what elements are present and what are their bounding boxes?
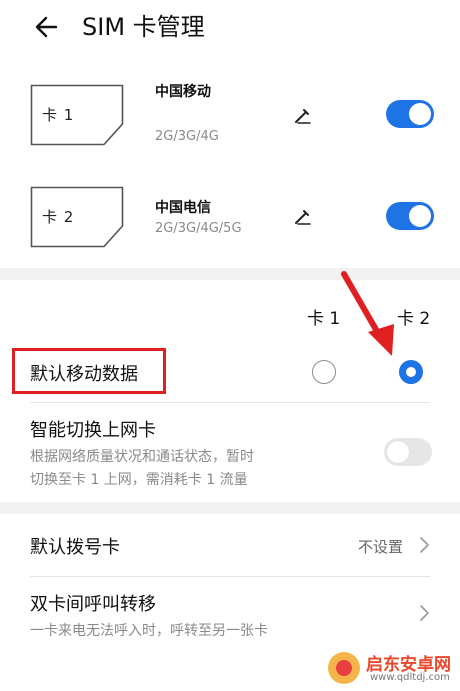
arrow-left-icon[interactable]	[30, 10, 64, 44]
edit-pencil-icon[interactable]	[292, 105, 314, 127]
smart-switch-desc-line-1: 根据网络质量状况和通话状态，暂时	[30, 449, 254, 465]
sim-card-slot-label: 卡 1	[42, 106, 75, 124]
chevron-right-icon	[420, 605, 429, 621]
header-bar: SIM 卡管理	[0, 0, 460, 60]
smart-switch-title: 智能切换上网卡	[30, 420, 156, 441]
watermark-url: www.qdltdj.com	[370, 672, 450, 683]
column-label-card-1: 卡 1	[307, 309, 341, 329]
smart-switch-desc-line-2: 切换至卡 1 上网，需消耗卡 1 流量	[30, 472, 248, 488]
default-dial-title: 默认拨号卡	[30, 537, 120, 558]
default-dial-row[interactable]: 默认拨号卡 不设置	[0, 514, 460, 576]
default-dial-value: 不设置	[358, 538, 404, 556]
default-data-card-2-radio[interactable]	[399, 360, 423, 384]
network-types: 2G/3G/4G	[155, 129, 219, 144]
sim-1-enable-toggle[interactable]	[386, 100, 434, 128]
row-divider	[30, 576, 430, 577]
row-divider	[30, 402, 430, 403]
sim-card-row-2: 卡 2 中国电信 2G/3G/4G/5G	[0, 176, 460, 272]
page-title: SIM 卡管理	[82, 13, 205, 41]
default-data-title: 默认移动数据	[30, 364, 138, 385]
default-data-card-1-radio[interactable]	[312, 360, 336, 384]
section-divider	[0, 502, 460, 514]
call-forward-desc: 一卡来电无法呼入时，呼转至另一张卡	[30, 623, 268, 639]
sim-card-1-graphic: 卡 1	[30, 84, 124, 146]
watermark: 启东安卓网 www.qdltdj.com	[322, 648, 460, 691]
toggle-knob	[409, 103, 431, 125]
sim-card-slot-label: 卡 2	[42, 208, 75, 226]
sim-2-enable-toggle[interactable]	[386, 202, 434, 230]
smart-switch-toggle[interactable]	[384, 438, 432, 466]
watermark-logo-inner	[336, 660, 352, 676]
call-forward-row[interactable]: 双卡间呼叫转移 一卡来电无法呼入时，呼转至另一张卡	[0, 578, 460, 658]
column-label-card-2: 卡 2	[397, 309, 431, 329]
toggle-knob	[409, 205, 431, 227]
edit-pencil-icon[interactable]	[292, 206, 314, 228]
red-arrow-annotation-icon	[341, 271, 394, 356]
carrier-name: 中国电信	[155, 200, 211, 216]
chevron-right-icon	[420, 537, 429, 553]
toggle-knob	[387, 441, 409, 463]
watermark-logo-icon	[328, 652, 360, 684]
call-forward-title: 双卡间呼叫转移	[30, 594, 156, 615]
network-types: 2G/3G/4G/5G	[155, 221, 242, 236]
sim-card-2-graphic: 卡 2	[30, 186, 124, 248]
carrier-name: 中国移动	[155, 84, 211, 100]
sim-card-row-1: 卡 1 中国移动 2G/3G/4G	[0, 72, 460, 168]
